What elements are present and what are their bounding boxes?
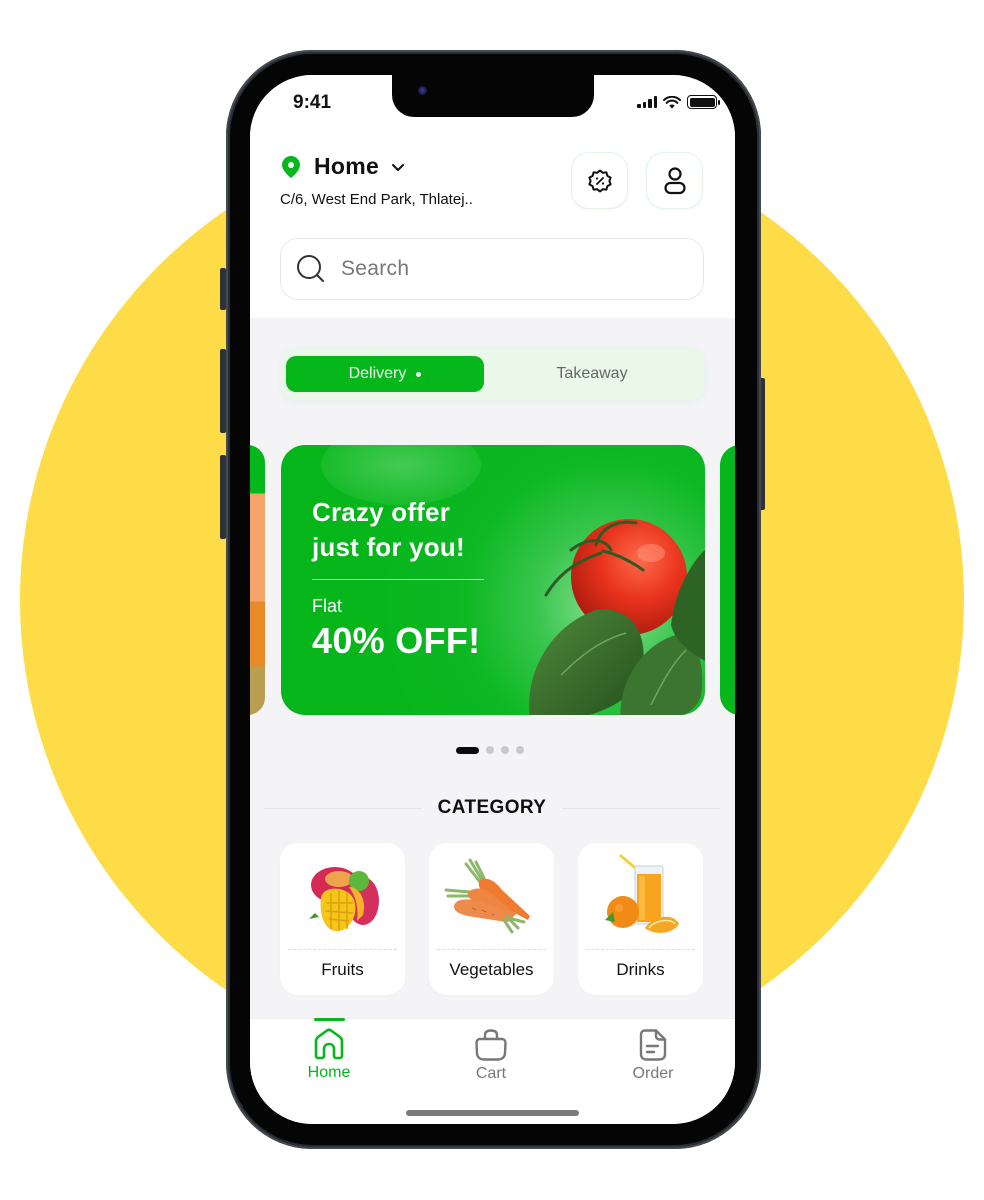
category-label: Fruits	[321, 960, 364, 979]
tomato-basil-image	[529, 519, 705, 715]
category-list: Fruits Vegetables Drinks	[280, 843, 703, 995]
carousel-dot[interactable]	[501, 746, 509, 754]
offers-button[interactable]	[571, 152, 628, 209]
app-screen: 9:41 Home C/6, West End Park, Thlatej..	[250, 75, 735, 1124]
status-icons	[637, 95, 720, 109]
banner-discount: 40% OFF!	[312, 620, 481, 661]
map-pin-icon	[282, 155, 300, 178]
home-indicator-bar[interactable]	[406, 1110, 579, 1116]
category-card-vegetables[interactable]: Vegetables	[429, 843, 554, 995]
card-divider	[586, 949, 695, 950]
active-dot	[416, 371, 422, 377]
tab-takeaway-label: Takeaway	[556, 365, 628, 382]
category-header: CATEGORY	[264, 797, 721, 819]
mango-image	[308, 867, 379, 932]
order-mode-toggle: Delivery Takeaway	[282, 348, 704, 400]
category-label: Vegetables	[449, 960, 534, 979]
discount-badge-icon	[587, 169, 612, 192]
banner-title-line1: Crazy offer	[312, 497, 451, 527]
tab-delivery-label: Delivery	[348, 365, 407, 382]
banner-divider	[312, 579, 484, 580]
orange-juice-image	[604, 854, 679, 933]
search-placeholder: Search	[341, 257, 410, 280]
banner-previous[interactable]	[250, 445, 265, 715]
nav-order-label: Order	[632, 1065, 674, 1082]
active-tab-indicator	[313, 1018, 345, 1021]
location-selector[interactable]: Home	[282, 153, 405, 180]
location-address: C/6, West End Park, Thlatej..	[280, 191, 473, 208]
profile-button[interactable]	[646, 152, 703, 209]
document-icon	[639, 1029, 667, 1061]
divider	[264, 807, 422, 809]
search-input[interactable]: Search	[280, 238, 704, 300]
location-title: Home	[314, 153, 380, 179]
notch	[392, 75, 594, 117]
category-title: CATEGORY	[437, 797, 547, 818]
tab-takeaway[interactable]: Takeaway	[484, 356, 700, 392]
carousel-dot[interactable]	[486, 746, 494, 754]
search-icon	[297, 255, 324, 282]
front-camera	[418, 86, 427, 95]
card-divider	[288, 949, 397, 950]
nav-home-label: Home	[307, 1064, 351, 1081]
status-time: 9:41	[293, 92, 332, 113]
nav-cart-label: Cart	[475, 1065, 507, 1082]
nav-order[interactable]: Order	[603, 1019, 703, 1083]
cellular-signal-icon	[637, 96, 657, 108]
divider	[562, 807, 721, 809]
nav-home[interactable]: Home	[279, 1018, 379, 1082]
carousel-dot[interactable]	[516, 746, 524, 754]
banner-title-line2: just for you!	[312, 532, 465, 562]
tab-delivery[interactable]: Delivery	[286, 356, 484, 392]
category-label: Drinks	[616, 960, 665, 979]
wifi-icon	[663, 95, 681, 108]
card-divider	[437, 949, 546, 950]
chevron-down-icon	[392, 164, 405, 171]
banner-title: Crazy offer just for you!	[312, 495, 465, 565]
category-card-fruits[interactable]: Fruits	[280, 843, 405, 995]
nav-cart[interactable]: Cart	[441, 1019, 541, 1083]
shopping-bag-icon	[475, 1029, 507, 1061]
carrots-image	[444, 858, 530, 934]
offer-banner[interactable]: Crazy offer just for you! Flat 40% OFF!	[281, 445, 705, 715]
home-icon	[314, 1028, 344, 1060]
banner-subtitle: Flat	[312, 596, 343, 616]
carousel-indicator	[456, 746, 524, 754]
category-card-drinks[interactable]: Drinks	[578, 843, 703, 995]
user-icon	[663, 166, 686, 194]
battery-icon	[687, 95, 720, 109]
carousel-dot-active[interactable]	[456, 746, 479, 754]
bottom-navigation: Home Cart Order	[250, 1018, 735, 1124]
banner-next[interactable]	[720, 445, 735, 715]
